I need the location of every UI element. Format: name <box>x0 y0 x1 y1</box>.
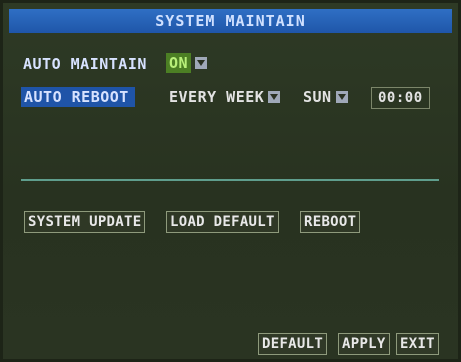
dialog-title-text: SYSTEM MAINTAIN <box>155 12 306 30</box>
auto-maintain-label: AUTO MAINTAIN <box>23 55 147 73</box>
auto-reboot-label: AUTO REBOOT <box>21 87 135 107</box>
auto-reboot-day-select[interactable]: SUN <box>303 88 348 106</box>
chevron-down-icon <box>335 91 348 103</box>
auto-reboot-frequency-select[interactable]: EVERY WEEK <box>169 88 281 106</box>
default-button[interactable]: DEFAULT <box>258 333 328 355</box>
auto-maintain-value: ON <box>166 53 192 73</box>
system-update-button[interactable]: SYSTEM UPDATE <box>24 211 146 233</box>
exit-button[interactable]: EXIT <box>396 333 439 355</box>
apply-button[interactable]: APPLY <box>338 333 390 355</box>
reboot-button[interactable]: REBOOT <box>300 211 361 233</box>
auto-maintain-select[interactable]: ON <box>166 53 208 73</box>
load-default-button[interactable]: LOAD DEFAULT <box>166 211 279 233</box>
auto-reboot-day-value: SUN <box>303 88 332 106</box>
chevron-down-icon <box>268 91 281 103</box>
auto-reboot-frequency-value: EVERY WEEK <box>169 88 265 106</box>
system-maintain-dialog: SYSTEM MAINTAIN AUTO MAINTAIN ON AUTO RE… <box>0 0 461 362</box>
auto-reboot-time-input[interactable]: 00:00 <box>371 87 430 109</box>
divider <box>21 179 439 181</box>
dialog-title: SYSTEM MAINTAIN <box>9 9 452 33</box>
chevron-down-icon <box>195 57 208 69</box>
